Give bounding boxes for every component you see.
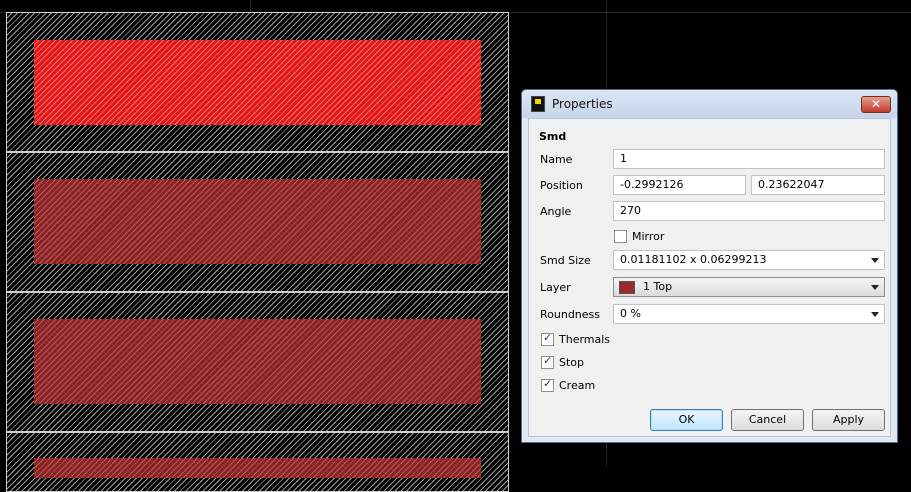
layer-label: Layer: [540, 281, 571, 294]
chevron-down-icon: [871, 285, 879, 290]
apply-button[interactable]: Apply: [812, 409, 885, 431]
smd-pad[interactable]: [34, 319, 481, 404]
roundness-label: Roundness: [540, 308, 601, 321]
close-button[interactable]: ✕: [861, 96, 891, 113]
smd-pad[interactable]: [34, 179, 481, 264]
layer-color-swatch: [619, 281, 635, 294]
properties-dialog: Properties ✕ Smd Name 1 Position -0.2992…: [521, 89, 898, 443]
roundness-combo[interactable]: 0 %: [613, 304, 885, 324]
dialog-body: Smd Name 1 Position -0.2992126 0.2362204…: [528, 118, 891, 437]
smd-size-label: Smd Size: [540, 254, 591, 267]
position-label: Position: [540, 179, 583, 192]
position-y-field[interactable]: 0.23622047: [751, 175, 885, 195]
layer-combo[interactable]: 1 Top: [613, 277, 885, 297]
name-field[interactable]: 1: [613, 149, 885, 169]
app-icon: [531, 96, 545, 112]
stop-label: Stop: [559, 356, 585, 369]
cream-checkbox[interactable]: [541, 377, 554, 392]
dialog-title: Properties: [552, 97, 613, 111]
cancel-button[interactable]: Cancel: [731, 409, 804, 431]
smd-pad[interactable]: [34, 458, 481, 478]
layer-value: 1 Top: [643, 280, 673, 293]
roundness-value: 0 %: [620, 307, 641, 320]
thermals-label: Thermals: [559, 333, 611, 346]
angle-field[interactable]: 270: [613, 201, 885, 221]
section-title: Smd: [539, 130, 567, 143]
mirror-label: Mirror: [632, 230, 665, 243]
chevron-down-icon: [871, 258, 879, 263]
smd-pad-selected[interactable]: [34, 40, 481, 125]
dialog-titlebar[interactable]: Properties ✕: [522, 90, 897, 118]
position-x-field[interactable]: -0.2992126: [613, 175, 746, 195]
chevron-down-icon: [871, 312, 879, 317]
smd-size-combo[interactable]: 0.01181102 x 0.06299213: [613, 250, 885, 270]
smd-size-value: 0.01181102 x 0.06299213: [620, 253, 767, 266]
name-label: Name: [540, 153, 573, 166]
stop-checkbox[interactable]: [541, 354, 554, 369]
angle-label: Angle: [540, 205, 572, 218]
thermals-checkbox[interactable]: [541, 331, 554, 346]
cream-label: Cream: [559, 379, 596, 392]
ok-button[interactable]: OK: [650, 409, 723, 431]
mirror-checkbox[interactable]: [614, 230, 627, 243]
